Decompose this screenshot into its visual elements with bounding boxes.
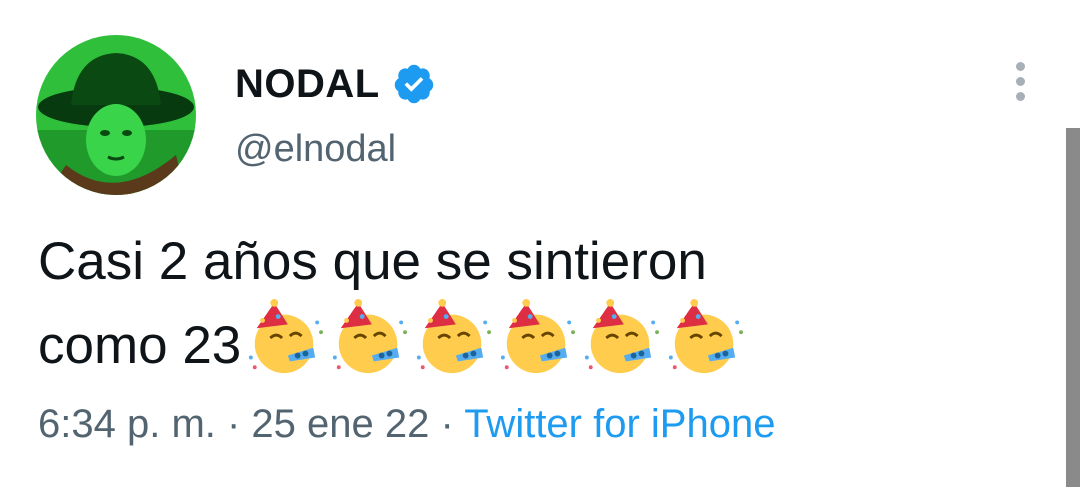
more-vertical-icon[interactable] — [1006, 62, 1034, 104]
tweet-source[interactable]: Twitter for iPhone — [464, 402, 775, 446]
meta-separator: · — [215, 402, 252, 446]
partying-face-icon — [249, 299, 324, 374]
tweet-text-line-2: como 23 — [38, 299, 1038, 383]
scrollbar[interactable] — [1066, 128, 1080, 487]
avatar-image — [36, 35, 196, 195]
display-name[interactable]: NODAL — [235, 62, 380, 107]
author-name-row: NODAL — [235, 58, 436, 110]
partying-face-icon — [501, 299, 576, 374]
partying-face-icon — [333, 299, 408, 374]
emoji-row — [241, 299, 745, 377]
tweet-time[interactable]: 6:34 p. m. — [38, 402, 216, 446]
tweet-text: Casi 2 años que se sintieron como 23 — [38, 225, 1038, 383]
tweet-meta: 6:34 p. m. · 25 ene 22 · Twitter for iPh… — [38, 402, 775, 447]
verified-badge-icon — [394, 64, 433, 104]
tweet-card: NODAL @elnodal Casi 2 años que se sintie… — [0, 0, 1080, 487]
meta-separator: · — [429, 402, 465, 446]
partying-face-icon — [585, 299, 660, 374]
partying-face-icon — [417, 299, 492, 374]
tweet-text-line-1: Casi 2 años que se sintieron — [38, 232, 707, 291]
tweet-date[interactable]: 25 ene 22 — [251, 402, 429, 446]
avatar[interactable] — [36, 35, 196, 195]
partying-face-icon — [669, 299, 744, 374]
author-handle[interactable]: @elnodal — [235, 128, 396, 171]
tweet-text-line-2-words: como 23 — [38, 316, 242, 375]
